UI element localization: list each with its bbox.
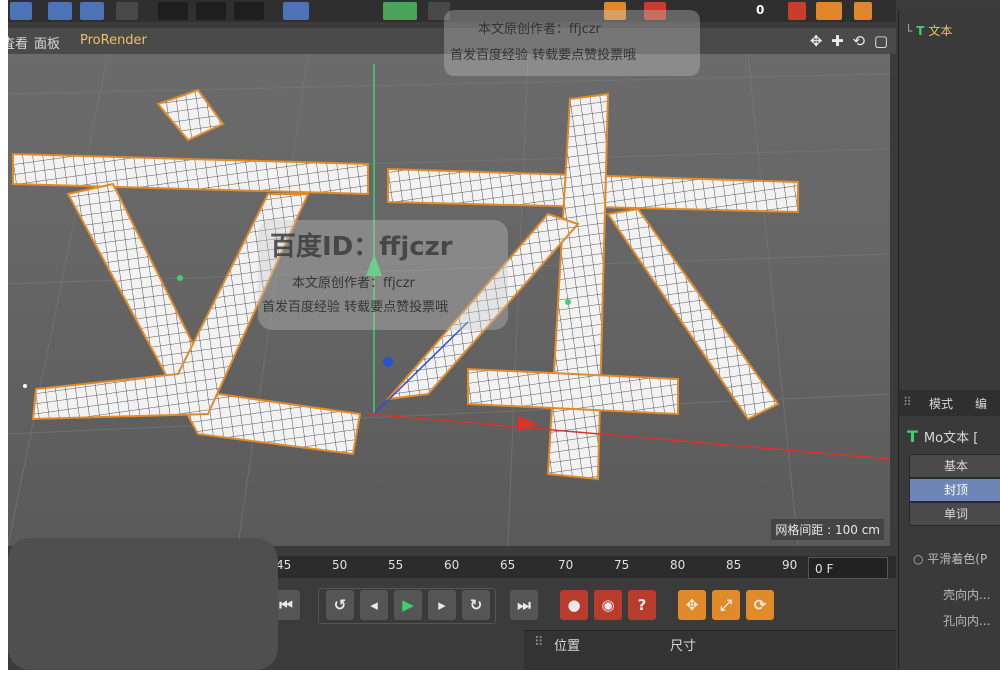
attribute-manager: ⠿ 模式 编 T Mo文本 [ 基本 封顶 单词 ○ 平滑着色(P 壳向内... … [898,390,1000,670]
object-name: 文本 [928,24,953,38]
z-axis [373,321,469,415]
go-to-end-icon[interactable]: ⏭ [510,590,538,620]
tick-label: 55 [388,558,404,572]
smooth-shading-option[interactable]: ○ 平滑着色(P [913,550,987,567]
render-view-icon[interactable] [158,2,188,20]
object-row-text[interactable]: └ T 文本 [905,22,952,39]
tab-words[interactable]: 单词 [909,502,1000,526]
render-icon[interactable] [196,2,226,20]
scale-icon[interactable] [116,2,138,20]
3d-viewport[interactable]: 百度ID：ffjczr 本文原创作者：ffjczr 首发百度经验 转载要点赞投票… [8,54,890,546]
menu-prorender[interactable]: ProRender [80,33,147,48]
rotation-key-icon[interactable]: ⟳ [746,590,774,620]
z-axis-handle[interactable] [383,357,393,367]
text-object-icon: T [907,427,918,446]
autokey-icon[interactable]: ◉ [594,590,622,620]
position-key-icon[interactable]: ✥ [678,590,706,620]
point-white [23,384,27,388]
watermark-box: 百度ID：ffjczr 本文原创作者：ffjczr 首发百度经验 转载要点赞投票… [258,220,508,330]
position-label: 位置 [554,639,581,654]
tick-label: 70 [558,558,574,572]
tick-label: 80 [670,558,686,572]
tick-label: 65 [500,558,516,572]
watermark-top-note: 首发百度经验 转载要点赞投票哦 [450,48,637,63]
tick-label: 45 [276,558,292,572]
grip-icon: ⠿ [903,395,912,409]
keyframe-selection-icon[interactable]: ? [628,590,656,620]
current-frame-field[interactable]: 0 F [808,557,888,579]
x-axis-handle[interactable] [518,416,538,432]
text-object-icon: T [916,24,925,38]
watermark-blob [8,538,278,670]
watermark-author: 本文原创作者：ffjczr [292,276,415,291]
tick-label: 90 [782,558,798,572]
shell-inward-option[interactable]: 壳向内... [943,586,990,603]
tab-basic[interactable]: 基本 [909,454,1000,478]
previous-frame-icon[interactable]: ◂ [360,590,388,620]
move-icon[interactable] [48,2,72,20]
point-green-2 [565,299,571,305]
tree-branch-icon: └ [905,24,913,38]
previous-key-icon[interactable]: ↺ [326,590,354,620]
tab-caps[interactable]: 封顶 [909,478,1000,502]
frame-counter: 0 [756,3,765,17]
menu-edit[interactable]: 编 [975,395,987,412]
grid-spacing-label: 网格间距 : 100 cm [771,519,884,540]
watermark-note: 首发百度经验 转载要点赞投票哦 [262,300,449,315]
next-key-icon[interactable]: ↻ [462,590,490,620]
coordinates-panel: ⠿ 位置 尺寸 [524,630,896,670]
x-axis [367,413,890,460]
transport-controls: ⏮ ↺ ◂ ▶ ▸ ↻ ⏭ ● ◉ ? ✥ ⤢ ⟳ [270,588,890,624]
tick-label: 60 [444,558,460,572]
object-manager: └ T 文本 [898,10,1000,390]
watermark-top: 本文原创作者：ffjczr 首发百度经验 转载要点赞投票哦 [444,10,700,76]
viewport-nav-icons[interactable]: ✥ ✚ ⟲ ▢ [810,32,890,50]
python-icon[interactable] [816,2,842,20]
next-frame-icon[interactable]: ▸ [428,590,456,620]
rotate-icon[interactable] [80,2,104,20]
watermark-top-author: 本文原创作者：ffjczr [478,22,601,37]
cinema4d-window: 0 査看 面板 ProRender ✥ ✚ ⟲ ▢ 百度ID：ffjczr 本文… [8,0,1000,670]
radio-icon: ○ [913,552,928,566]
subdivision-icon[interactable] [383,2,417,20]
scale-key-icon[interactable]: ⤢ [712,590,740,620]
grip-icon: ⠿ [534,635,544,650]
menu-panel[interactable]: 面板 [34,33,60,52]
menu-view[interactable]: 査看 [8,33,28,52]
size-label: 尺寸 [670,639,697,654]
watermark-id: 百度ID：ffjczr [270,232,453,262]
tick-label: 85 [726,558,742,572]
undo-icon[interactable] [10,2,32,20]
layer-icon[interactable] [854,2,872,20]
attribute-menu-bar: ⠿ 模式 编 [899,390,1000,416]
hole-inward-option[interactable]: 孔向内... [943,612,990,629]
timeline-ruler[interactable]: 45 50 55 60 65 70 75 80 85 90 [270,556,896,578]
play-icon[interactable]: ▶ [394,590,422,620]
cube-icon[interactable] [283,2,309,20]
tick-label: 50 [332,558,348,572]
render-settings-icon[interactable] [234,2,264,20]
record-icon[interactable] [788,2,806,20]
menu-mode[interactable]: 模式 [929,395,953,412]
tick-label: 75 [614,558,630,572]
attribute-title: T Mo文本 [ [907,427,979,446]
record-key-icon[interactable]: ● [560,590,588,620]
point-green [177,275,183,281]
